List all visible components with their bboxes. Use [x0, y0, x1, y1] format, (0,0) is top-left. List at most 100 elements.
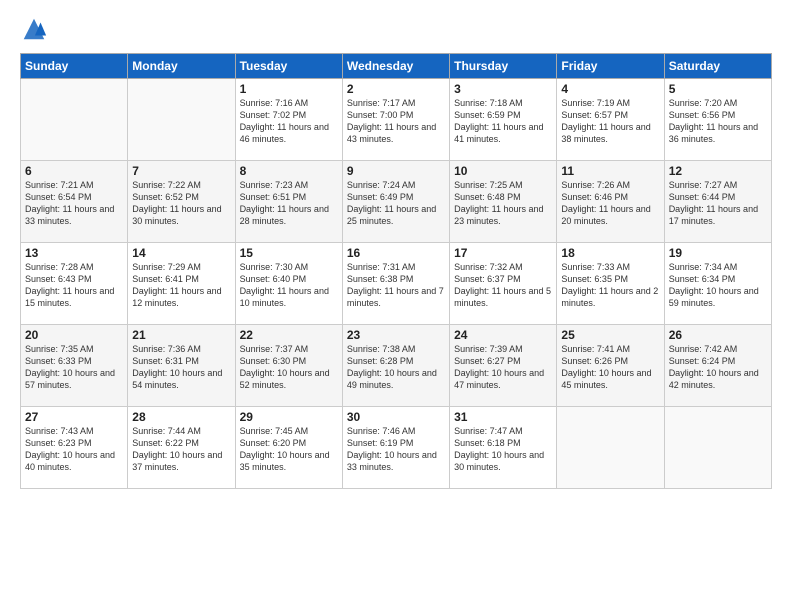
day-info: Sunrise: 7:38 AMSunset: 6:28 PMDaylight:… [347, 343, 445, 392]
calendar-cell: 22Sunrise: 7:37 AMSunset: 6:30 PMDayligh… [235, 325, 342, 407]
day-info: Sunrise: 7:31 AMSunset: 6:38 PMDaylight:… [347, 261, 445, 310]
day-info: Sunrise: 7:24 AMSunset: 6:49 PMDaylight:… [347, 179, 445, 228]
col-header-saturday: Saturday [664, 54, 771, 79]
calendar-cell [664, 407, 771, 489]
calendar-cell [128, 79, 235, 161]
day-number: 26 [669, 328, 767, 342]
day-number: 3 [454, 82, 552, 96]
day-number: 16 [347, 246, 445, 260]
day-info: Sunrise: 7:30 AMSunset: 6:40 PMDaylight:… [240, 261, 338, 310]
day-info: Sunrise: 7:23 AMSunset: 6:51 PMDaylight:… [240, 179, 338, 228]
calendar-cell: 12Sunrise: 7:27 AMSunset: 6:44 PMDayligh… [664, 161, 771, 243]
calendar-cell: 15Sunrise: 7:30 AMSunset: 6:40 PMDayligh… [235, 243, 342, 325]
day-info: Sunrise: 7:20 AMSunset: 6:56 PMDaylight:… [669, 97, 767, 146]
day-number: 30 [347, 410, 445, 424]
day-number: 6 [25, 164, 123, 178]
logo [20, 15, 52, 43]
calendar-cell: 24Sunrise: 7:39 AMSunset: 6:27 PMDayligh… [450, 325, 557, 407]
day-info: Sunrise: 7:42 AMSunset: 6:24 PMDaylight:… [669, 343, 767, 392]
day-number: 4 [561, 82, 659, 96]
day-info: Sunrise: 7:45 AMSunset: 6:20 PMDaylight:… [240, 425, 338, 474]
calendar-cell: 1Sunrise: 7:16 AMSunset: 7:02 PMDaylight… [235, 79, 342, 161]
day-info: Sunrise: 7:43 AMSunset: 6:23 PMDaylight:… [25, 425, 123, 474]
day-number: 23 [347, 328, 445, 342]
day-number: 8 [240, 164, 338, 178]
calendar-cell: 25Sunrise: 7:41 AMSunset: 6:26 PMDayligh… [557, 325, 664, 407]
calendar-table: SundayMondayTuesdayWednesdayThursdayFrid… [20, 53, 772, 489]
calendar-cell: 7Sunrise: 7:22 AMSunset: 6:52 PMDaylight… [128, 161, 235, 243]
day-info: Sunrise: 7:33 AMSunset: 6:35 PMDaylight:… [561, 261, 659, 310]
page: SundayMondayTuesdayWednesdayThursdayFrid… [0, 0, 792, 612]
calendar-cell: 2Sunrise: 7:17 AMSunset: 7:00 PMDaylight… [342, 79, 449, 161]
calendar-cell [557, 407, 664, 489]
calendar-cell: 31Sunrise: 7:47 AMSunset: 6:18 PMDayligh… [450, 407, 557, 489]
day-info: Sunrise: 7:44 AMSunset: 6:22 PMDaylight:… [132, 425, 230, 474]
calendar-cell: 20Sunrise: 7:35 AMSunset: 6:33 PMDayligh… [21, 325, 128, 407]
day-number: 14 [132, 246, 230, 260]
day-number: 15 [240, 246, 338, 260]
day-info: Sunrise: 7:16 AMSunset: 7:02 PMDaylight:… [240, 97, 338, 146]
day-info: Sunrise: 7:34 AMSunset: 6:34 PMDaylight:… [669, 261, 767, 310]
day-number: 27 [25, 410, 123, 424]
calendar-cell: 29Sunrise: 7:45 AMSunset: 6:20 PMDayligh… [235, 407, 342, 489]
week-row-5: 27Sunrise: 7:43 AMSunset: 6:23 PMDayligh… [21, 407, 772, 489]
calendar-cell: 4Sunrise: 7:19 AMSunset: 6:57 PMDaylight… [557, 79, 664, 161]
calendar-cell: 18Sunrise: 7:33 AMSunset: 6:35 PMDayligh… [557, 243, 664, 325]
day-info: Sunrise: 7:36 AMSunset: 6:31 PMDaylight:… [132, 343, 230, 392]
calendar-cell: 3Sunrise: 7:18 AMSunset: 6:59 PMDaylight… [450, 79, 557, 161]
col-header-monday: Monday [128, 54, 235, 79]
day-info: Sunrise: 7:47 AMSunset: 6:18 PMDaylight:… [454, 425, 552, 474]
col-header-sunday: Sunday [21, 54, 128, 79]
week-row-3: 13Sunrise: 7:28 AMSunset: 6:43 PMDayligh… [21, 243, 772, 325]
day-number: 20 [25, 328, 123, 342]
day-info: Sunrise: 7:27 AMSunset: 6:44 PMDaylight:… [669, 179, 767, 228]
day-number: 22 [240, 328, 338, 342]
day-info: Sunrise: 7:17 AMSunset: 7:00 PMDaylight:… [347, 97, 445, 146]
day-info: Sunrise: 7:18 AMSunset: 6:59 PMDaylight:… [454, 97, 552, 146]
calendar-cell: 28Sunrise: 7:44 AMSunset: 6:22 PMDayligh… [128, 407, 235, 489]
calendar-cell: 21Sunrise: 7:36 AMSunset: 6:31 PMDayligh… [128, 325, 235, 407]
calendar-cell: 14Sunrise: 7:29 AMSunset: 6:41 PMDayligh… [128, 243, 235, 325]
calendar-cell: 9Sunrise: 7:24 AMSunset: 6:49 PMDaylight… [342, 161, 449, 243]
day-info: Sunrise: 7:29 AMSunset: 6:41 PMDaylight:… [132, 261, 230, 310]
day-number: 2 [347, 82, 445, 96]
col-header-wednesday: Wednesday [342, 54, 449, 79]
day-number: 11 [561, 164, 659, 178]
day-number: 21 [132, 328, 230, 342]
week-row-1: 1Sunrise: 7:16 AMSunset: 7:02 PMDaylight… [21, 79, 772, 161]
day-number: 18 [561, 246, 659, 260]
calendar-cell: 5Sunrise: 7:20 AMSunset: 6:56 PMDaylight… [664, 79, 771, 161]
calendar-cell: 30Sunrise: 7:46 AMSunset: 6:19 PMDayligh… [342, 407, 449, 489]
day-info: Sunrise: 7:39 AMSunset: 6:27 PMDaylight:… [454, 343, 552, 392]
day-number: 19 [669, 246, 767, 260]
day-number: 17 [454, 246, 552, 260]
calendar-cell: 16Sunrise: 7:31 AMSunset: 6:38 PMDayligh… [342, 243, 449, 325]
day-number: 25 [561, 328, 659, 342]
day-number: 29 [240, 410, 338, 424]
day-number: 9 [347, 164, 445, 178]
col-header-thursday: Thursday [450, 54, 557, 79]
day-info: Sunrise: 7:28 AMSunset: 6:43 PMDaylight:… [25, 261, 123, 310]
calendar-cell: 11Sunrise: 7:26 AMSunset: 6:46 PMDayligh… [557, 161, 664, 243]
calendar-cell: 10Sunrise: 7:25 AMSunset: 6:48 PMDayligh… [450, 161, 557, 243]
day-number: 28 [132, 410, 230, 424]
calendar-cell: 8Sunrise: 7:23 AMSunset: 6:51 PMDaylight… [235, 161, 342, 243]
week-row-4: 20Sunrise: 7:35 AMSunset: 6:33 PMDayligh… [21, 325, 772, 407]
day-info: Sunrise: 7:19 AMSunset: 6:57 PMDaylight:… [561, 97, 659, 146]
day-info: Sunrise: 7:26 AMSunset: 6:46 PMDaylight:… [561, 179, 659, 228]
day-number: 12 [669, 164, 767, 178]
calendar-cell: 6Sunrise: 7:21 AMSunset: 6:54 PMDaylight… [21, 161, 128, 243]
day-info: Sunrise: 7:25 AMSunset: 6:48 PMDaylight:… [454, 179, 552, 228]
day-number: 5 [669, 82, 767, 96]
col-header-tuesday: Tuesday [235, 54, 342, 79]
calendar-cell [21, 79, 128, 161]
day-number: 7 [132, 164, 230, 178]
day-number: 10 [454, 164, 552, 178]
calendar-cell: 19Sunrise: 7:34 AMSunset: 6:34 PMDayligh… [664, 243, 771, 325]
day-number: 24 [454, 328, 552, 342]
header-row: SundayMondayTuesdayWednesdayThursdayFrid… [21, 54, 772, 79]
calendar-cell: 27Sunrise: 7:43 AMSunset: 6:23 PMDayligh… [21, 407, 128, 489]
day-number: 31 [454, 410, 552, 424]
week-row-2: 6Sunrise: 7:21 AMSunset: 6:54 PMDaylight… [21, 161, 772, 243]
day-info: Sunrise: 7:21 AMSunset: 6:54 PMDaylight:… [25, 179, 123, 228]
